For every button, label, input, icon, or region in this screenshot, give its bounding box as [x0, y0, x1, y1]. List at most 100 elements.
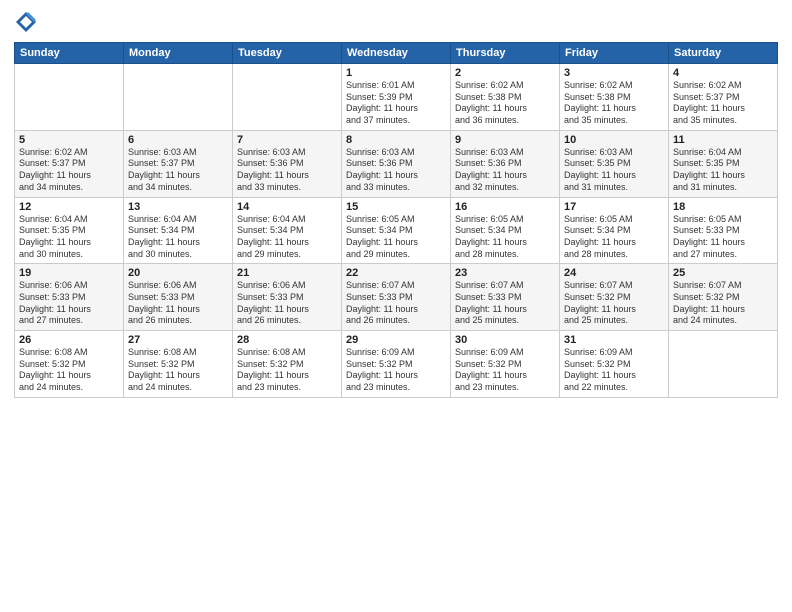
day-number: 19 [19, 267, 119, 279]
day-info: Sunrise: 6:07 AM Sunset: 5:32 PM Dayligh… [564, 280, 664, 327]
day-number: 6 [128, 134, 228, 146]
week-row-5: 26Sunrise: 6:08 AM Sunset: 5:32 PM Dayli… [15, 331, 778, 398]
day-info: Sunrise: 6:04 AM Sunset: 5:35 PM Dayligh… [19, 214, 119, 261]
week-row-1: 1Sunrise: 6:01 AM Sunset: 5:39 PM Daylig… [15, 64, 778, 131]
day-number: 27 [128, 334, 228, 346]
day-cell: 21Sunrise: 6:06 AM Sunset: 5:33 PM Dayli… [233, 264, 342, 331]
day-number: 12 [19, 201, 119, 213]
day-info: Sunrise: 6:01 AM Sunset: 5:39 PM Dayligh… [346, 80, 446, 127]
day-cell: 14Sunrise: 6:04 AM Sunset: 5:34 PM Dayli… [233, 197, 342, 264]
day-cell: 20Sunrise: 6:06 AM Sunset: 5:33 PM Dayli… [124, 264, 233, 331]
day-number: 22 [346, 267, 446, 279]
day-cell: 17Sunrise: 6:05 AM Sunset: 5:34 PM Dayli… [560, 197, 669, 264]
day-number: 24 [564, 267, 664, 279]
logo [14, 10, 42, 34]
day-number: 29 [346, 334, 446, 346]
day-cell: 2Sunrise: 6:02 AM Sunset: 5:38 PM Daylig… [451, 64, 560, 131]
day-number: 4 [673, 67, 773, 79]
day-info: Sunrise: 6:02 AM Sunset: 5:38 PM Dayligh… [564, 80, 664, 127]
day-info: Sunrise: 6:08 AM Sunset: 5:32 PM Dayligh… [237, 347, 337, 394]
header [14, 10, 778, 34]
day-number: 25 [673, 267, 773, 279]
day-number: 31 [564, 334, 664, 346]
day-info: Sunrise: 6:03 AM Sunset: 5:35 PM Dayligh… [564, 147, 664, 194]
day-cell: 22Sunrise: 6:07 AM Sunset: 5:33 PM Dayli… [342, 264, 451, 331]
day-info: Sunrise: 6:07 AM Sunset: 5:33 PM Dayligh… [455, 280, 555, 327]
day-info: Sunrise: 6:02 AM Sunset: 5:37 PM Dayligh… [19, 147, 119, 194]
page: SundayMondayTuesdayWednesdayThursdayFrid… [0, 0, 792, 612]
day-info: Sunrise: 6:08 AM Sunset: 5:32 PM Dayligh… [128, 347, 228, 394]
day-cell [233, 64, 342, 131]
day-cell: 19Sunrise: 6:06 AM Sunset: 5:33 PM Dayli… [15, 264, 124, 331]
week-row-3: 12Sunrise: 6:04 AM Sunset: 5:35 PM Dayli… [15, 197, 778, 264]
day-number: 7 [237, 134, 337, 146]
day-cell: 3Sunrise: 6:02 AM Sunset: 5:38 PM Daylig… [560, 64, 669, 131]
day-cell: 30Sunrise: 6:09 AM Sunset: 5:32 PM Dayli… [451, 331, 560, 398]
day-cell: 23Sunrise: 6:07 AM Sunset: 5:33 PM Dayli… [451, 264, 560, 331]
col-header-friday: Friday [560, 43, 669, 64]
day-number: 9 [455, 134, 555, 146]
day-cell: 29Sunrise: 6:09 AM Sunset: 5:32 PM Dayli… [342, 331, 451, 398]
day-cell: 28Sunrise: 6:08 AM Sunset: 5:32 PM Dayli… [233, 331, 342, 398]
day-cell: 11Sunrise: 6:04 AM Sunset: 5:35 PM Dayli… [669, 130, 778, 197]
day-cell: 9Sunrise: 6:03 AM Sunset: 5:36 PM Daylig… [451, 130, 560, 197]
day-cell: 1Sunrise: 6:01 AM Sunset: 5:39 PM Daylig… [342, 64, 451, 131]
day-number: 11 [673, 134, 773, 146]
day-info: Sunrise: 6:02 AM Sunset: 5:38 PM Dayligh… [455, 80, 555, 127]
day-info: Sunrise: 6:07 AM Sunset: 5:32 PM Dayligh… [673, 280, 773, 327]
day-cell: 13Sunrise: 6:04 AM Sunset: 5:34 PM Dayli… [124, 197, 233, 264]
header-row: SundayMondayTuesdayWednesdayThursdayFrid… [15, 43, 778, 64]
day-number: 8 [346, 134, 446, 146]
day-cell: 16Sunrise: 6:05 AM Sunset: 5:34 PM Dayli… [451, 197, 560, 264]
day-info: Sunrise: 6:04 AM Sunset: 5:34 PM Dayligh… [237, 214, 337, 261]
col-header-thursday: Thursday [451, 43, 560, 64]
day-info: Sunrise: 6:09 AM Sunset: 5:32 PM Dayligh… [346, 347, 446, 394]
day-info: Sunrise: 6:08 AM Sunset: 5:32 PM Dayligh… [19, 347, 119, 394]
week-row-4: 19Sunrise: 6:06 AM Sunset: 5:33 PM Dayli… [15, 264, 778, 331]
day-cell: 10Sunrise: 6:03 AM Sunset: 5:35 PM Dayli… [560, 130, 669, 197]
day-cell: 15Sunrise: 6:05 AM Sunset: 5:34 PM Dayli… [342, 197, 451, 264]
logo-icon [14, 10, 38, 34]
day-info: Sunrise: 6:05 AM Sunset: 5:33 PM Dayligh… [673, 214, 773, 261]
day-cell: 27Sunrise: 6:08 AM Sunset: 5:32 PM Dayli… [124, 331, 233, 398]
day-cell: 18Sunrise: 6:05 AM Sunset: 5:33 PM Dayli… [669, 197, 778, 264]
day-info: Sunrise: 6:07 AM Sunset: 5:33 PM Dayligh… [346, 280, 446, 327]
day-info: Sunrise: 6:04 AM Sunset: 5:35 PM Dayligh… [673, 147, 773, 194]
day-info: Sunrise: 6:03 AM Sunset: 5:36 PM Dayligh… [346, 147, 446, 194]
day-cell: 12Sunrise: 6:04 AM Sunset: 5:35 PM Dayli… [15, 197, 124, 264]
day-number: 28 [237, 334, 337, 346]
day-cell [124, 64, 233, 131]
day-number: 18 [673, 201, 773, 213]
day-number: 1 [346, 67, 446, 79]
day-number: 10 [564, 134, 664, 146]
day-info: Sunrise: 6:02 AM Sunset: 5:37 PM Dayligh… [673, 80, 773, 127]
day-number: 23 [455, 267, 555, 279]
day-number: 2 [455, 67, 555, 79]
day-number: 15 [346, 201, 446, 213]
day-number: 14 [237, 201, 337, 213]
day-cell: 5Sunrise: 6:02 AM Sunset: 5:37 PM Daylig… [15, 130, 124, 197]
day-info: Sunrise: 6:09 AM Sunset: 5:32 PM Dayligh… [564, 347, 664, 394]
day-cell: 6Sunrise: 6:03 AM Sunset: 5:37 PM Daylig… [124, 130, 233, 197]
day-cell: 4Sunrise: 6:02 AM Sunset: 5:37 PM Daylig… [669, 64, 778, 131]
day-cell: 25Sunrise: 6:07 AM Sunset: 5:32 PM Dayli… [669, 264, 778, 331]
day-info: Sunrise: 6:06 AM Sunset: 5:33 PM Dayligh… [237, 280, 337, 327]
day-cell: 7Sunrise: 6:03 AM Sunset: 5:36 PM Daylig… [233, 130, 342, 197]
day-cell: 24Sunrise: 6:07 AM Sunset: 5:32 PM Dayli… [560, 264, 669, 331]
day-cell [669, 331, 778, 398]
day-number: 16 [455, 201, 555, 213]
day-number: 13 [128, 201, 228, 213]
day-info: Sunrise: 6:03 AM Sunset: 5:36 PM Dayligh… [455, 147, 555, 194]
day-info: Sunrise: 6:05 AM Sunset: 5:34 PM Dayligh… [346, 214, 446, 261]
day-info: Sunrise: 6:06 AM Sunset: 5:33 PM Dayligh… [19, 280, 119, 327]
day-number: 3 [564, 67, 664, 79]
col-header-monday: Monday [124, 43, 233, 64]
day-number: 20 [128, 267, 228, 279]
col-header-tuesday: Tuesday [233, 43, 342, 64]
day-cell: 8Sunrise: 6:03 AM Sunset: 5:36 PM Daylig… [342, 130, 451, 197]
day-number: 26 [19, 334, 119, 346]
col-header-wednesday: Wednesday [342, 43, 451, 64]
day-cell: 26Sunrise: 6:08 AM Sunset: 5:32 PM Dayli… [15, 331, 124, 398]
day-info: Sunrise: 6:03 AM Sunset: 5:37 PM Dayligh… [128, 147, 228, 194]
col-header-sunday: Sunday [15, 43, 124, 64]
